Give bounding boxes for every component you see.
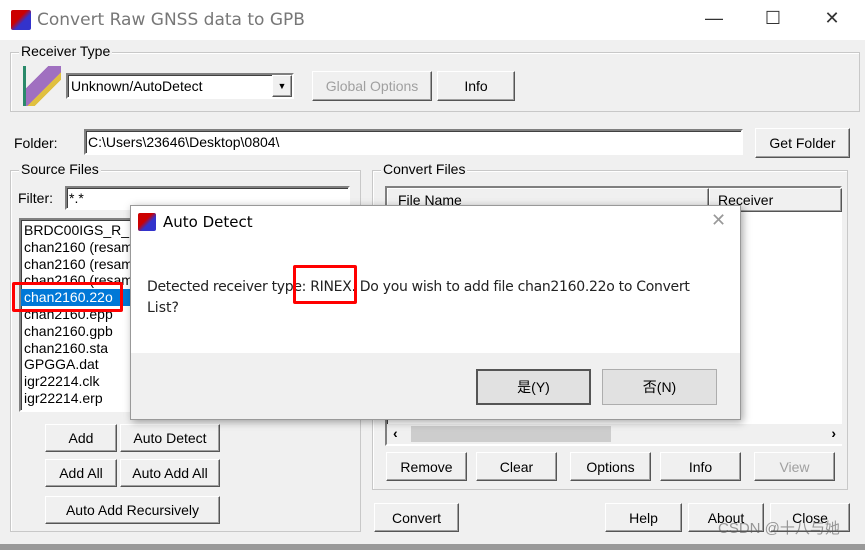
source-files-label: Source Files [19, 161, 101, 177]
title-bar: Convert Raw GNSS data to GPB — ☐ ✕ [0, 0, 865, 40]
app-icon [11, 10, 31, 30]
filter-label: Filter: [18, 190, 53, 206]
close-button[interactable]: ✕ [817, 8, 847, 29]
dialog-message-line1: Detected receiver type: RINEX. Do you wi… [147, 279, 690, 295]
receiver-type-label: Receiver Type [19, 43, 113, 59]
maximize-button[interactable]: ☐ [758, 8, 788, 29]
watermark: CSDN @十八与她 [718, 520, 840, 537]
convert-button[interactable]: Convert [374, 503, 459, 532]
horizontal-scrollbar[interactable]: ‹ › [387, 424, 842, 444]
scroll-right-icon[interactable]: › [831, 425, 836, 441]
dialog-message-line2: List? [147, 300, 179, 316]
window-title: Convert Raw GNSS data to GPB [37, 10, 305, 30]
auto-detect-dialog: Auto Detect ✕ Detected receiver type: RI… [130, 205, 741, 420]
receiver-type-value: Unknown/AutoDetect [71, 78, 203, 94]
convert-info-button[interactable]: Info [660, 452, 741, 481]
dialog-close-button[interactable]: ✕ [711, 210, 726, 231]
scroll-left-icon[interactable]: ‹ [393, 425, 398, 441]
get-folder-button[interactable]: Get Folder [755, 128, 850, 158]
minimize-button[interactable]: — [699, 8, 729, 29]
view-button[interactable]: View [754, 452, 835, 481]
folder-input[interactable]: C:\Users\23646\Desktop\0804\ [84, 129, 743, 155]
receiver-info-button[interactable]: Info [437, 71, 515, 101]
options-button[interactable]: Options [570, 452, 651, 481]
dialog-message: Detected receiver type: RINEX. Do you wi… [147, 277, 737, 319]
folder-label: Folder: [14, 135, 58, 151]
convert-files-label: Convert Files [381, 161, 468, 177]
highlight-box-file [12, 282, 123, 312]
add-button[interactable]: Add [45, 424, 117, 452]
window-border [0, 544, 865, 550]
auto-detect-button[interactable]: Auto Detect [120, 424, 220, 452]
dialog-app-icon [138, 213, 156, 231]
help-button[interactable]: Help [605, 503, 682, 532]
clear-button[interactable]: Clear [476, 452, 557, 481]
yes-button[interactable]: 是(Y) [476, 369, 591, 405]
auto-add-all-button[interactable]: Auto Add All [120, 459, 220, 487]
no-button[interactable]: 否(N) [602, 369, 717, 405]
auto-add-recursively-button[interactable]: Auto Add Recursively [45, 496, 220, 524]
chevron-down-icon[interactable]: ▼ [272, 75, 292, 97]
add-all-button[interactable]: Add All [45, 459, 117, 487]
receiver-type-select[interactable]: Unknown/AutoDetect ▼ [66, 73, 294, 99]
remove-button[interactable]: Remove [386, 452, 467, 481]
global-options-button[interactable]: Global Options [312, 71, 432, 101]
highlight-box-rinex [293, 265, 357, 304]
dialog-title: Auto Detect [163, 213, 253, 231]
satellite-icon [23, 66, 61, 106]
scrollbar-thumb[interactable] [411, 426, 611, 442]
